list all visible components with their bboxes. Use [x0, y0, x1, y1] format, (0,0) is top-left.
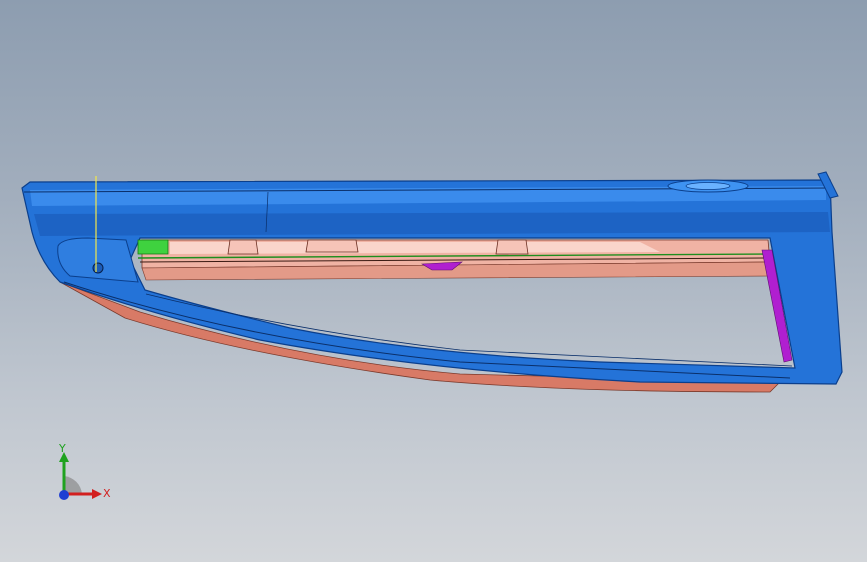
hinge-bolt	[92, 262, 104, 274]
door-panel-3d-model[interactable]	[0, 0, 867, 562]
y-axis-label: Y	[59, 442, 66, 455]
handle-recess-inner	[685, 182, 731, 190]
hinge-pocket	[57, 237, 139, 283]
x-axis-label: X	[103, 487, 111, 500]
clip-boss-2	[305, 239, 359, 253]
coordinate-triad: Y X	[48, 438, 118, 510]
top-rail-shade	[34, 212, 830, 236]
clip-boss-1	[227, 239, 259, 255]
clip-boss-3	[495, 239, 529, 255]
door-frame-body	[21, 179, 843, 385]
green-seal-accent	[137, 239, 169, 255]
cad-graphics-viewport[interactable]: Y X	[0, 0, 867, 562]
